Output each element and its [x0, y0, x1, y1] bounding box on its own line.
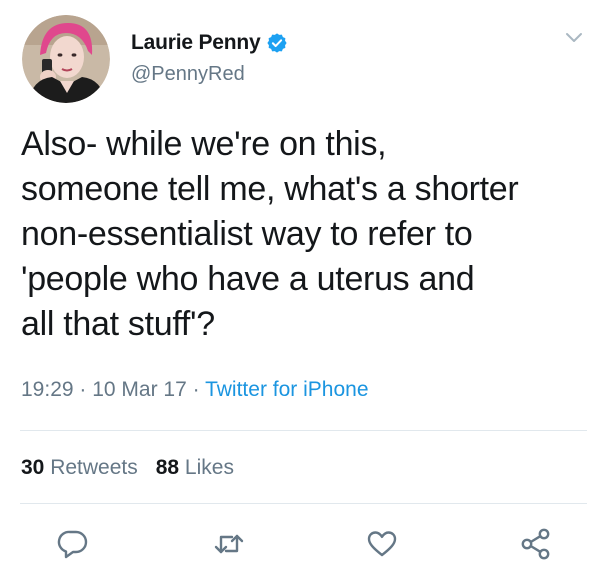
tweet-meta: 19:29 · 10 Mar 17 · Twitter for iPhone: [21, 378, 369, 402]
meta-separator: ·: [186, 378, 206, 401]
tweet-text-line: Also- while we're on this,: [21, 125, 387, 163]
tweet-text: Also- while we're on this, someone tell …: [21, 122, 591, 347]
retweets-label: Retweets: [44, 456, 138, 479]
tweet-source-link[interactable]: Twitter for iPhone: [205, 378, 368, 401]
likes-stat[interactable]: 88 Likes: [156, 456, 234, 479]
divider: [20, 430, 587, 431]
display-name-row[interactable]: Laurie Penny: [131, 30, 288, 56]
tweet-text-line: 'people who have a uterus and: [21, 260, 475, 298]
divider: [20, 503, 587, 504]
profile-photo-icon: [22, 15, 110, 103]
likes-count: 88: [155, 456, 180, 479]
meta-separator: ·: [73, 378, 93, 401]
retweets-count: 30: [21, 456, 45, 479]
display-name[interactable]: Laurie Penny: [131, 31, 261, 55]
tweet-card: Laurie Penny @PennyRed Also- while we're…: [0, 0, 600, 585]
heart-icon[interactable]: [365, 527, 399, 561]
share-icon[interactable]: [518, 527, 552, 561]
tweet-text-line: all that stuff'?: [21, 305, 215, 343]
tweet-time[interactable]: 19:29: [21, 378, 74, 401]
retweets-stat[interactable]: 30 Retweets: [21, 456, 138, 479]
tweet-date[interactable]: 10 Mar 17: [92, 378, 187, 401]
likes-label: Likes: [179, 456, 234, 479]
user-handle[interactable]: @PennyRed: [131, 63, 245, 86]
tweet-text-line: non-essentialist way to refer to: [21, 215, 473, 253]
tweet-stats: 30 Retweets 88 Likes: [21, 456, 234, 480]
chevron-down-icon[interactable]: [563, 28, 585, 46]
tweet-text-line: someone tell me, what's a shorter: [21, 170, 519, 208]
reply-icon[interactable]: [56, 527, 90, 561]
verified-badge-icon: [267, 33, 288, 53]
retweet-icon[interactable]: [212, 527, 246, 561]
avatar[interactable]: [22, 15, 110, 103]
